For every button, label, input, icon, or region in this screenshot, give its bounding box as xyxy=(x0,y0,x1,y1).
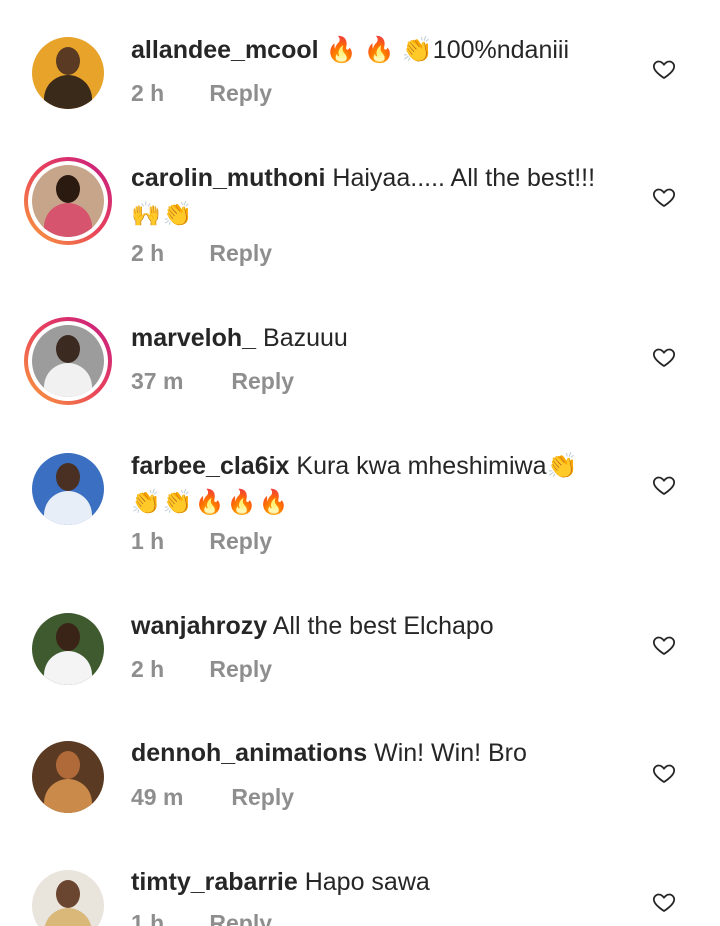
heart-outline-icon[interactable] xyxy=(652,345,676,369)
comment-timestamp: 1 h xyxy=(131,528,165,554)
comment-text: timty_rabarrie Hapo sawa xyxy=(131,864,631,900)
avatar[interactable] xyxy=(32,453,104,525)
comment-meta: 49 m Reply xyxy=(131,784,294,811)
comment-meta: 2 h Reply xyxy=(131,80,272,107)
comment-timestamp: 1 h xyxy=(131,910,165,926)
avatar[interactable] xyxy=(32,37,104,109)
comment-text: marveloh_ Bazuuu xyxy=(131,320,631,356)
comment-timestamp: 2 h xyxy=(131,240,165,266)
reply-button[interactable]: Reply xyxy=(209,528,272,555)
comment-item: allandee_mcool 🔥 🔥 👏100%ndaniii 2 h Repl… xyxy=(0,0,720,130)
heart-outline-icon[interactable] xyxy=(652,890,676,914)
reply-button[interactable]: Reply xyxy=(209,80,272,107)
reply-button[interactable]: Reply xyxy=(209,240,272,267)
comment-username[interactable]: marveloh_ xyxy=(131,324,256,352)
reply-button[interactable]: Reply xyxy=(209,656,272,683)
comment-item: carolin_muthoni Haiyaa..... All the best… xyxy=(0,130,720,290)
comment-meta: 1 h Reply xyxy=(131,910,272,926)
comment-timestamp: 49 m xyxy=(131,784,184,810)
comment-text: farbee_cla6ix Kura kwa mheshimiwa👏 👏👏🔥🔥🔥 xyxy=(131,448,631,521)
comment-body: Win! Win! Bro xyxy=(374,739,527,767)
comment-timestamp: 37 m xyxy=(131,368,184,394)
avatar[interactable] xyxy=(32,613,104,685)
comment-username[interactable]: dennoh_animations xyxy=(131,739,367,767)
comment-body: Bazuuu xyxy=(263,324,348,352)
heart-outline-icon[interactable] xyxy=(652,633,676,657)
comment-timestamp: 2 h xyxy=(131,656,165,682)
comment-body: Hapo sawa xyxy=(304,868,430,896)
avatar[interactable] xyxy=(32,870,104,926)
avatar[interactable] xyxy=(32,741,104,813)
heart-outline-icon[interactable] xyxy=(652,761,676,785)
comment-item: wanjahrozy All the best Elchapo 2 h Repl… xyxy=(0,580,720,710)
comment-item: farbee_cla6ix Kura kwa mheshimiwa👏 👏👏🔥🔥🔥… xyxy=(0,420,720,580)
heart-outline-icon[interactable] xyxy=(652,57,676,81)
comment-body: 🔥 🔥 👏100%ndaniii xyxy=(325,36,570,64)
comment-text: carolin_muthoni Haiyaa..... All the best… xyxy=(131,160,631,233)
reply-button[interactable]: Reply xyxy=(231,784,294,811)
comment-emoji: 🙌👏 xyxy=(131,201,195,228)
comment-username[interactable]: timty_rabarrie xyxy=(131,868,298,896)
comment-username[interactable]: farbee_cla6ix xyxy=(131,452,289,480)
comment-text: dennoh_animations Win! Win! Bro xyxy=(131,735,631,771)
comment-body: Kura kwa mheshimiwa👏 xyxy=(296,452,578,480)
comment-username[interactable]: wanjahrozy xyxy=(131,612,267,640)
heart-outline-icon[interactable] xyxy=(652,473,676,497)
comment-text: wanjahrozy All the best Elchapo xyxy=(131,608,631,644)
comment-text: allandee_mcool 🔥 🔥 👏100%ndaniii xyxy=(131,32,631,68)
comment-emoji: 👏👏🔥🔥🔥 xyxy=(131,489,291,516)
comment-item: dennoh_animations Win! Win! Bro 49 m Rep… xyxy=(0,710,720,840)
comment-item: marveloh_ Bazuuu 37 m Reply xyxy=(0,290,720,420)
avatar[interactable] xyxy=(32,165,104,237)
comment-meta: 2 h Reply xyxy=(131,240,272,267)
comment-meta: 37 m Reply xyxy=(131,368,294,395)
comment-username[interactable]: carolin_muthoni xyxy=(131,164,325,192)
avatar[interactable] xyxy=(32,325,104,397)
comment-meta: 2 h Reply xyxy=(131,656,272,683)
comment-body: Haiyaa..... All the best!!! xyxy=(332,164,596,192)
comment-body: All the best Elchapo xyxy=(272,612,494,640)
comment-item: timty_rabarrie Hapo sawa 1 h Reply xyxy=(0,840,720,926)
heart-outline-icon[interactable] xyxy=(652,185,676,209)
comment-timestamp: 2 h xyxy=(131,80,165,106)
comment-meta: 1 h Reply xyxy=(131,528,272,555)
reply-button[interactable]: Reply xyxy=(231,368,294,395)
reply-button[interactable]: Reply xyxy=(209,910,272,926)
comment-username[interactable]: allandee_mcool xyxy=(131,36,319,64)
